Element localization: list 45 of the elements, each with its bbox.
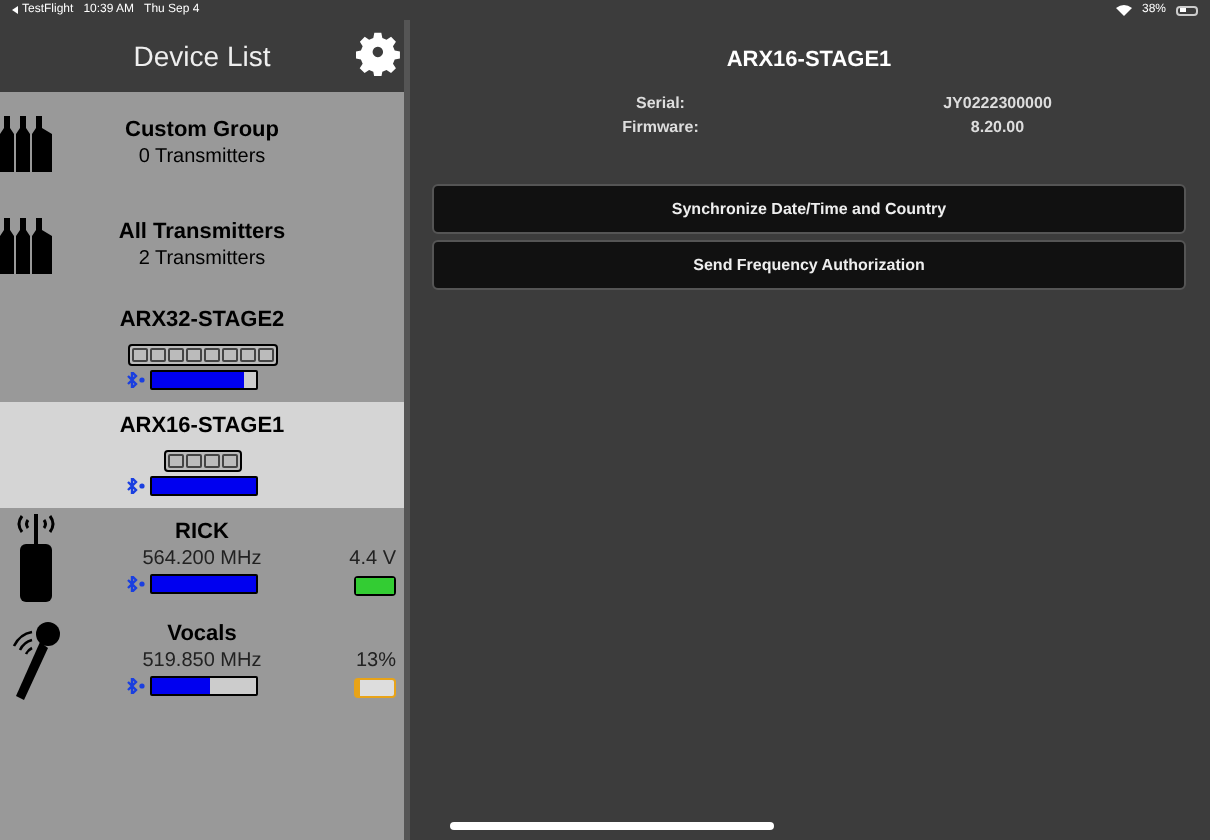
settings-icon[interactable] [356,32,400,76]
microphone-icon [10,617,62,701]
device-list-item[interactable]: All Transmitters 2 Transmitters [0,194,404,296]
battery-reading: 4.4 V [349,547,396,569]
back-icon[interactable] [12,6,18,14]
device-list-item[interactable]: RICK 564.200 MHz 4.4 V [0,508,404,612]
sidebar-title: Device List [133,40,271,72]
bottles-icon [0,115,54,171]
transmitter-count: 0 Transmitters [138,146,266,168]
frequency: 519.850 MHz [142,650,262,672]
signal-meter [150,370,258,390]
bodypack-transmitter-icon [12,511,60,603]
signal-meter [150,676,258,696]
wifi-icon [1115,4,1132,16]
action-button[interactable]: Send Frequency Authorization [432,240,1186,290]
device-list-item[interactable]: Vocals 519.850 MHz 13% [0,612,404,716]
device-name: ARX16-STAGE1 [119,414,285,438]
field-label: Firmware: [620,118,701,136]
device-name: All Transmitters [118,220,286,244]
battery-icon [354,575,396,595]
field-value: JY0222300000 [941,94,1054,112]
bottles-icon [0,217,54,273]
device-list-item[interactable]: ARX32-STAGE2 [0,296,404,402]
signal-meter [150,476,258,496]
signal-meter [150,574,258,594]
device-name: Vocals [167,622,237,646]
device-title: ARX16-STAGE1 [726,48,892,72]
device-name: ARX32-STAGE2 [119,308,285,332]
device-name: Custom Group [125,118,279,142]
channel-slots [163,450,241,472]
device-list-item[interactable]: Custom Group 0 Transmitters [0,92,404,194]
device-name: RICK [175,520,229,544]
bluetooth-icon [126,372,146,388]
field-label: Serial: [634,94,687,112]
device-list-item[interactable]: ARX16-STAGE1 [0,402,404,508]
battery-icon [354,677,396,697]
frequency: 564.200 MHz [142,548,262,570]
battery-icon [1176,5,1198,15]
field-value: 8.20.00 [968,118,1027,136]
bluetooth-icon [126,678,146,694]
transmitter-count: 2 Transmitters [138,248,266,270]
battery-reading: 13% [355,649,396,671]
action-button[interactable]: Synchronize Date/Time and Country [432,184,1186,234]
bluetooth-icon [126,478,146,494]
bluetooth-icon [126,576,146,592]
